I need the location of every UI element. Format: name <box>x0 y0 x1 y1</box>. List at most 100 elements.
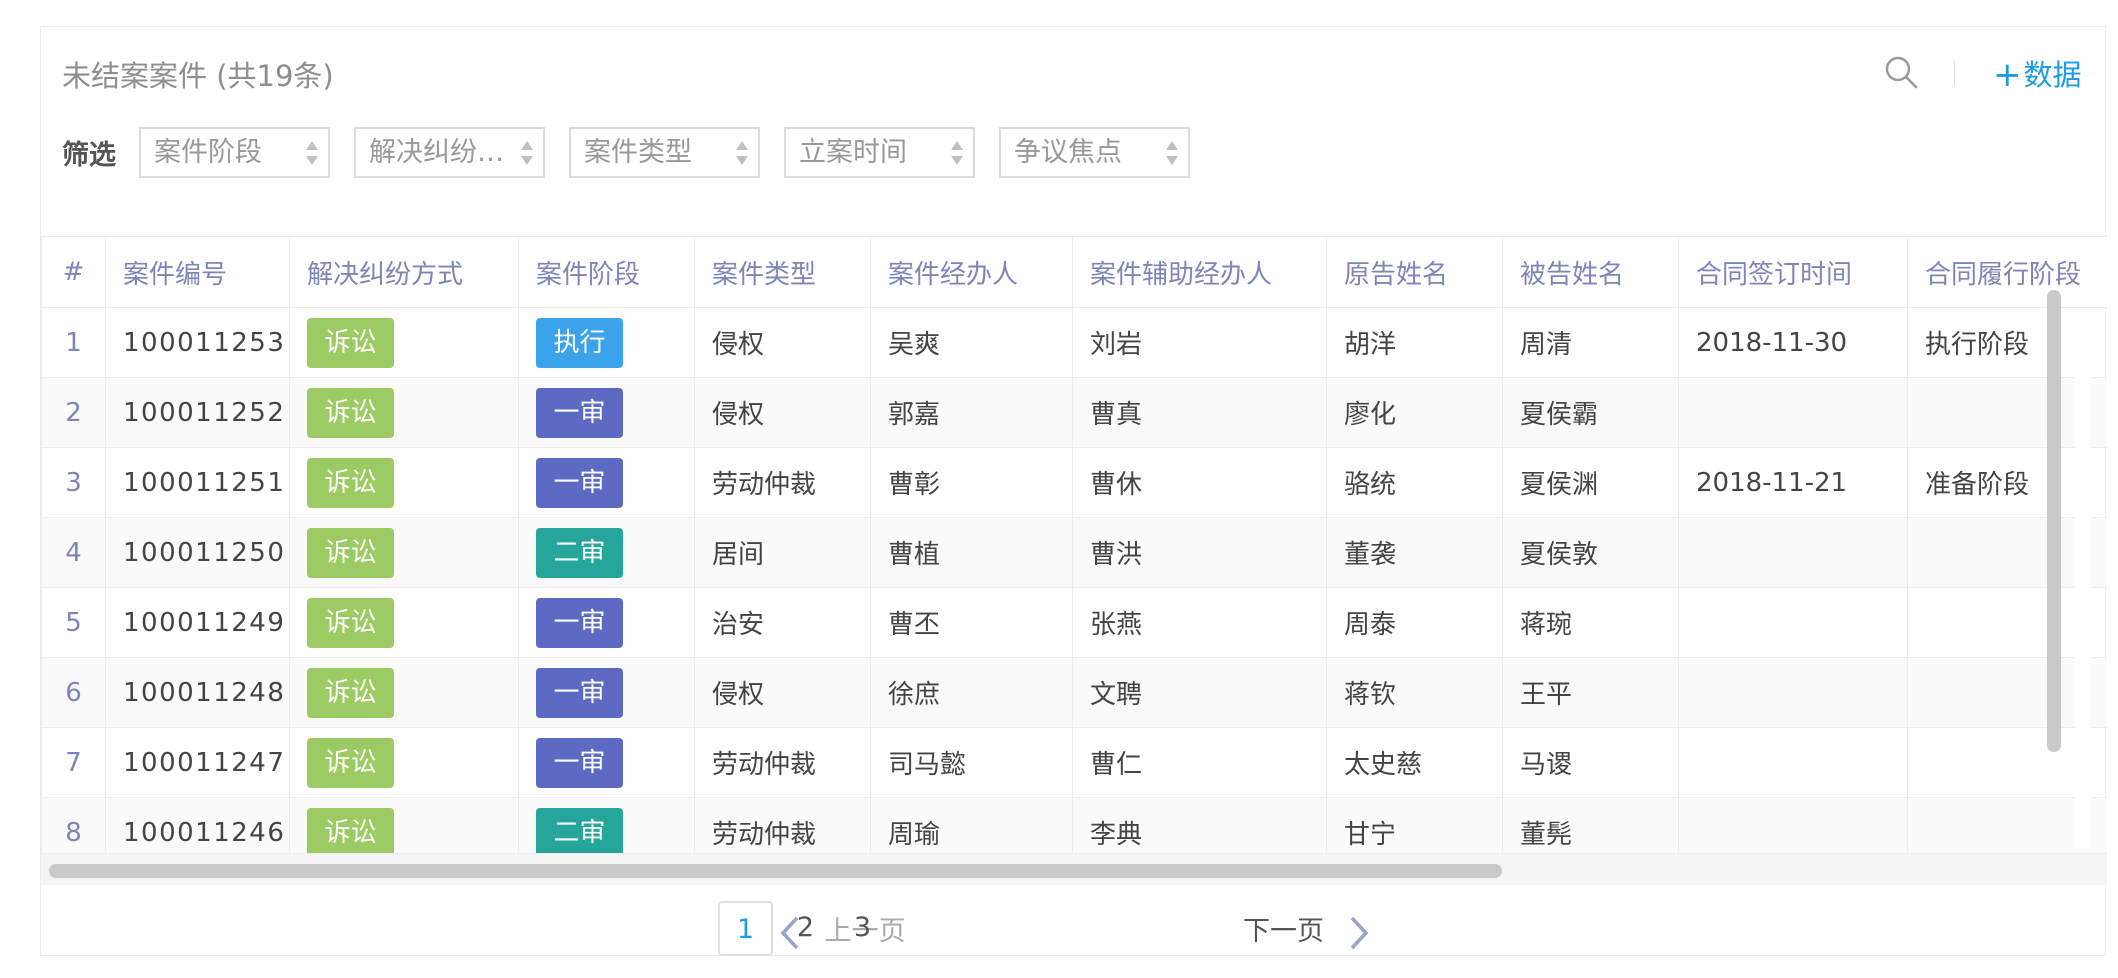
resolution-method-cell: 诉讼 <box>289 727 519 798</box>
add-data-label: 数据 <box>2023 58 2082 92</box>
row-index: 4 <box>41 517 106 588</box>
case-table-viewport: # 案件编号 解决纠纷方式 案件阶段 案件类型 案件经办人 案件辅助经办人 原告姓名 被告姓名合… <box>41 236 2107 856</box>
resolution-method-badge: 诉讼 <box>307 317 394 368</box>
table-row[interactable]: 8 100011246 诉讼 二审 劳动仲裁 周瑜 李典 甘宁 董髡 <box>41 797 2107 856</box>
filter-select[interactable]: 案件阶段 <box>139 127 330 178</box>
case-type: 侵权 <box>694 307 871 378</box>
filter-select[interactable]: 案件类型 <box>569 127 760 178</box>
resolution-method-cell: 诉讼 <box>289 797 519 856</box>
case-type: 劳动仲裁 <box>694 797 871 856</box>
next-page-button[interactable]: 下一页 <box>1243 909 1371 951</box>
horizontal-scrollbar[interactable] <box>41 853 2107 885</box>
filter-select[interactable]: 解决纠纷… <box>354 127 545 178</box>
table-row[interactable]: 4 100011250 诉讼 二审 居间 曹植 曹洪 董袭 夏侯敦 <box>41 517 2107 588</box>
case-type: 治安 <box>694 587 871 658</box>
resolution-method-cell: 诉讼 <box>289 447 519 518</box>
defendant-name: 夏侯霸 <box>1502 377 1679 448</box>
table-row[interactable]: 3 100011251 诉讼 一审 劳动仲裁 曹彰 曹休 骆统 夏侯渊 2018-11-21 准备阶… <box>41 447 2107 518</box>
plus-icon: + <box>1993 55 2022 95</box>
case-handler: 曹植 <box>870 517 1073 588</box>
table-row[interactable]: 1 100011253 诉讼 执行 侵权 吴爽 刘岩 胡洋 周清 2018-11-30 执行阶段 <box>41 307 2107 378</box>
plaintiff-name: 蒋钦 <box>1326 657 1503 728</box>
vertical-scroll-track <box>2075 319 2091 848</box>
defendant-name: 马谡 <box>1502 727 1679 798</box>
case-handler: 周瑜 <box>870 797 1073 856</box>
table-row[interactable]: 2 100011252 诉讼 一审 侵权 郭嘉 曹真 廖化 夏侯霸 <box>41 377 2107 448</box>
assistant-handler: 曹真 <box>1072 377 1327 448</box>
resolution-method-cell: 诉讼 <box>289 657 519 728</box>
row-index: 8 <box>41 797 106 856</box>
add-data-button[interactable]: +数据 <box>1993 52 2082 95</box>
contract-sign-date: 2018-11-30 <box>1678 307 1908 378</box>
table-row[interactable]: 6 100011248 诉讼 一审 侵权 徐庶 文聘 蒋钦 王平 <box>41 657 2107 728</box>
filter-select-label: 案件类型 <box>584 137 692 168</box>
chevron-right-icon <box>1350 916 1368 949</box>
column-header[interactable]: 合同签订时间 <box>1678 236 1908 308</box>
search-icon[interactable] <box>1883 54 1919 90</box>
column-header[interactable]: 解决纠纷方式 <box>289 236 519 308</box>
column-header[interactable]: 案件编号 <box>105 236 290 308</box>
case-stage-badge: 一审 <box>536 387 623 438</box>
resolution-method-cell: 诉讼 <box>289 587 519 658</box>
defendant-name: 夏侯敦 <box>1502 517 1679 588</box>
horizontal-scroll-thumb[interactable] <box>49 864 1502 878</box>
column-header[interactable]: # <box>41 236 106 308</box>
sort-arrows-icon <box>520 135 534 171</box>
case-type: 劳动仲裁 <box>694 447 871 518</box>
plaintiff-name: 廖化 <box>1326 377 1503 448</box>
resolution-method-badge: 诉讼 <box>307 597 394 648</box>
cases-panel: 未结案案件 (共19条) +数据 筛选 案件阶段 解决纠纷… 案件类型 立案时间 争议焦… <box>40 26 2107 956</box>
case-stage-cell: 一审 <box>518 587 695 658</box>
column-header[interactable]: 案件经办人 <box>870 236 1073 308</box>
assistant-handler: 李典 <box>1072 797 1327 856</box>
case-stage-badge: 执行 <box>536 317 623 368</box>
filter-select-label: 立案时间 <box>799 137 907 168</box>
page-number-button[interactable]: 3 <box>835 901 890 956</box>
page-number-button[interactable]: 1 <box>718 901 773 956</box>
column-header[interactable]: 合同履行阶段 <box>1907 236 2107 308</box>
row-index: 6 <box>41 657 106 728</box>
column-header[interactable]: 案件阶段 <box>518 236 695 308</box>
resolution-method-badge: 诉讼 <box>307 387 394 438</box>
resolution-method-cell: 诉讼 <box>289 517 519 588</box>
case-handler: 郭嘉 <box>870 377 1073 448</box>
toolbar-divider <box>1954 61 1955 85</box>
assistant-handler: 刘岩 <box>1072 307 1327 378</box>
assistant-handler: 曹洪 <box>1072 517 1327 588</box>
assistant-handler: 文聘 <box>1072 657 1327 728</box>
column-header[interactable]: 案件类型 <box>694 236 871 308</box>
contract-sign-date <box>1678 587 1908 658</box>
case-number: 100011251 <box>105 447 290 518</box>
page: 未结案案件 (共19条) +数据 筛选 案件阶段 解决纠纷… 案件类型 立案时间 争议焦… <box>0 0 2118 978</box>
column-header[interactable]: 被告姓名 <box>1502 236 1679 308</box>
column-header[interactable]: 原告姓名 <box>1326 236 1503 308</box>
case-stage-badge: 一审 <box>536 667 623 718</box>
filter-select[interactable]: 立案时间 <box>784 127 975 178</box>
vertical-scroll-thumb[interactable] <box>2047 290 2061 752</box>
table-row[interactable]: 7 100011247 诉讼 一审 劳动仲裁 司马懿 曹仁 太史慈 马谡 <box>41 727 2107 798</box>
case-stage-badge: 二审 <box>536 807 623 856</box>
case-stage-cell: 执行 <box>518 307 695 378</box>
row-index: 7 <box>41 727 106 798</box>
case-number: 100011249 <box>105 587 290 658</box>
table-row[interactable]: 5 100011249 诉讼 一审 治安 曹丕 张燕 周泰 蒋琬 <box>41 587 2107 658</box>
filter-select[interactable]: 争议焦点 <box>999 127 1190 178</box>
pagination: 上一页 123 下一页 <box>41 901 2107 961</box>
filter-select-label: 案件阶段 <box>154 137 262 168</box>
case-stage-badge: 二审 <box>536 527 623 578</box>
column-header[interactable]: 案件辅助经办人 <box>1072 236 1327 308</box>
case-stage-cell: 一审 <box>518 727 695 798</box>
page-number-button[interactable]: 2 <box>778 901 833 956</box>
filter-select-label: 争议焦点 <box>1014 137 1122 168</box>
case-type: 侵权 <box>694 377 871 448</box>
resolution-method-badge: 诉讼 <box>307 527 394 578</box>
case-type: 居间 <box>694 517 871 588</box>
resolution-method-badge: 诉讼 <box>307 667 394 718</box>
assistant-handler: 张燕 <box>1072 587 1327 658</box>
contract-sign-date <box>1678 727 1908 798</box>
case-handler: 曹彰 <box>870 447 1073 518</box>
contract-sign-date <box>1678 797 1908 856</box>
resolution-method-badge: 诉讼 <box>307 457 394 508</box>
case-handler: 司马懿 <box>870 727 1073 798</box>
defendant-name: 王平 <box>1502 657 1679 728</box>
